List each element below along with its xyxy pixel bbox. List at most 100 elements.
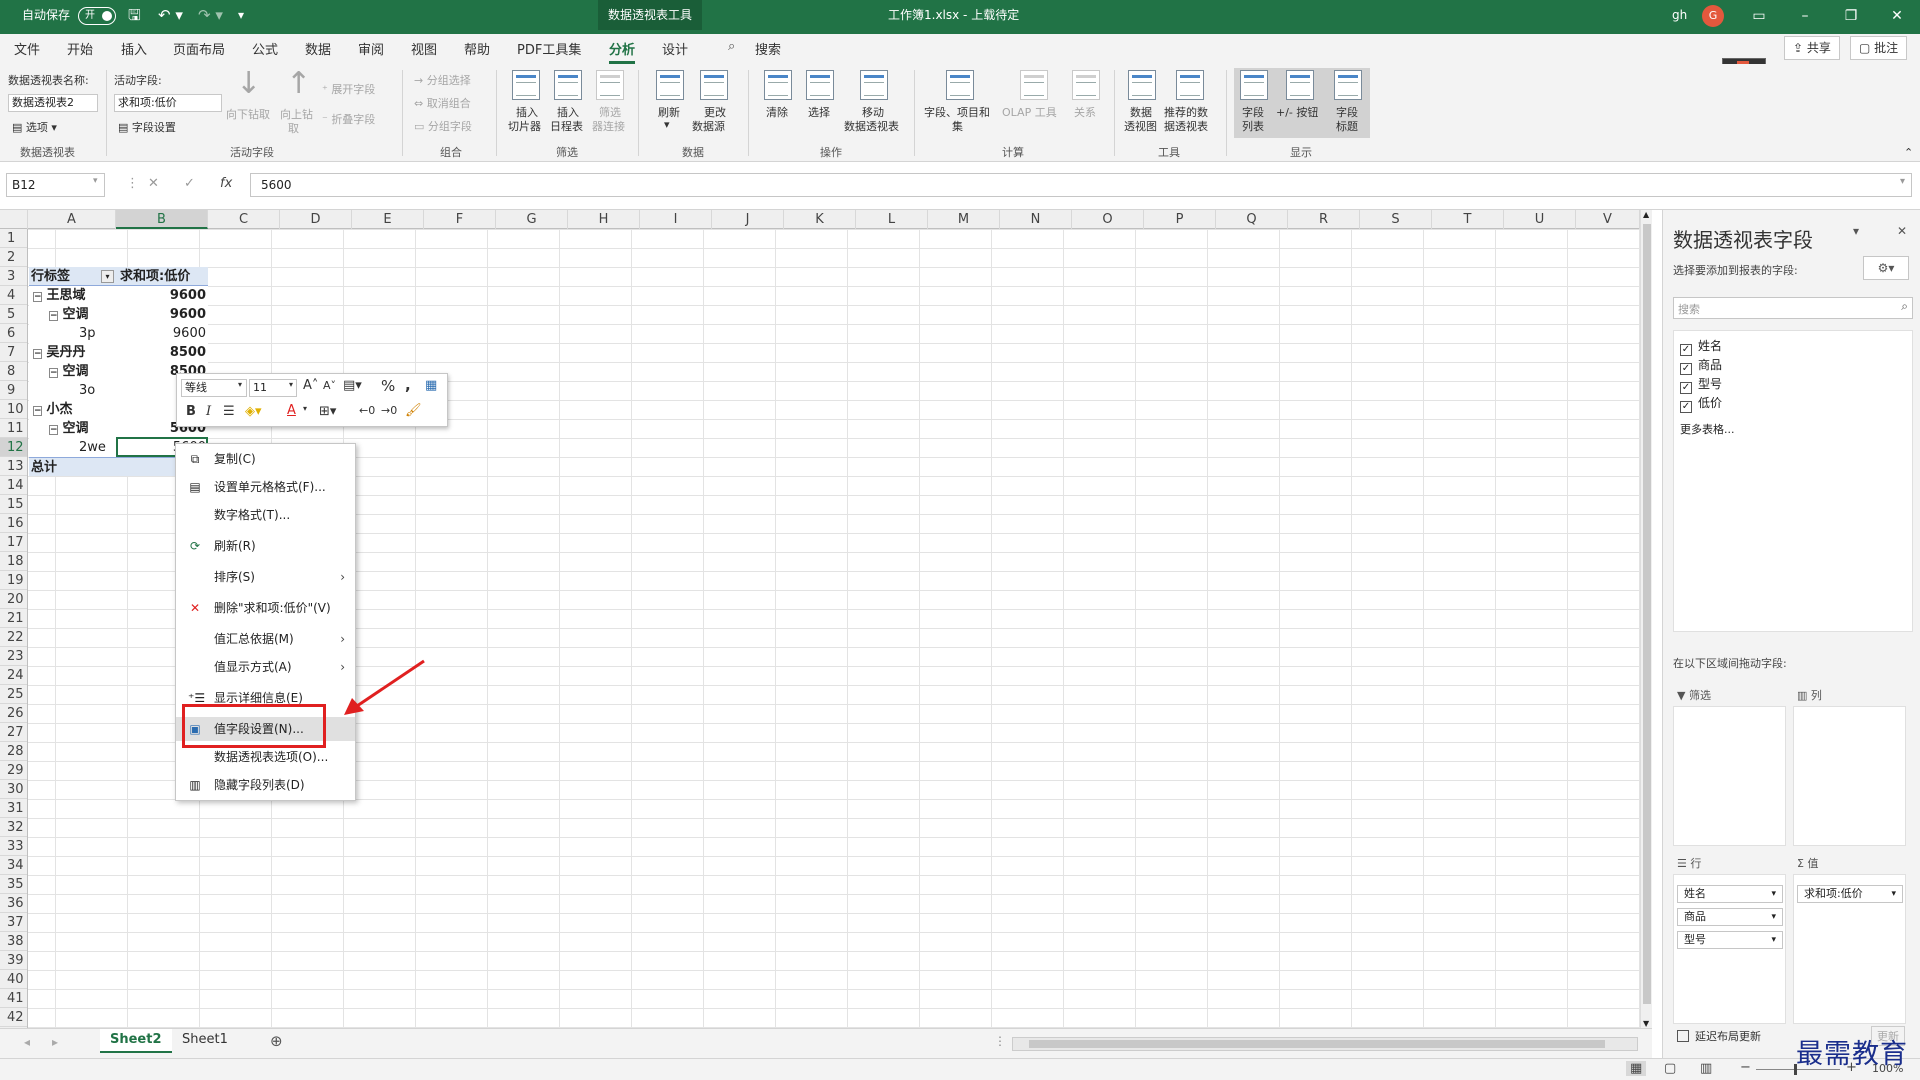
tab-scroll-right-icon[interactable]: ▸ (52, 1035, 58, 1049)
rows-drop-area[interactable]: 姓名 商品 型号 (1673, 874, 1786, 1024)
column-header[interactable]: J (712, 210, 784, 229)
ribbon-display-icon[interactable]: ▭ (1736, 0, 1782, 32)
row-header[interactable]: 38 (0, 932, 27, 951)
scroll-thumb[interactable] (1029, 1040, 1605, 1048)
row-header[interactable]: 13 (0, 457, 27, 476)
save-icon[interactable]: 🖫 (128, 0, 141, 30)
tab-view[interactable]: 视图 (411, 39, 437, 58)
close-icon[interactable]: ✕ (1874, 0, 1920, 32)
row-header[interactable]: 32 (0, 818, 27, 837)
row-header[interactable]: 9 (0, 381, 27, 400)
column-header[interactable]: V (1576, 210, 1640, 229)
more-tables-link[interactable]: 更多表格... (1680, 421, 1735, 437)
row-field-pill[interactable]: 商品 (1677, 908, 1783, 926)
row-header[interactable]: 11 (0, 419, 27, 438)
menu-item-refresh[interactable]: ⟳ 刷新(R) (176, 534, 355, 558)
borders-icon[interactable]: ⊞▾ (319, 404, 336, 419)
menu-item-copy[interactable]: ⧉ 复制(C) (176, 447, 355, 471)
autosave-toggle[interactable]: 开 (78, 7, 116, 25)
column-header[interactable]: A (28, 210, 116, 229)
row-header[interactable]: 14 (0, 476, 27, 495)
recommended-pivot-icon[interactable] (1176, 70, 1204, 100)
tab-pdf-tools[interactable]: PDF工具集 (517, 39, 581, 58)
olap-tools-icon[interactable] (1020, 70, 1048, 100)
scroll-down-icon[interactable]: ▼ (1643, 1019, 1649, 1028)
row-header[interactable]: 22 (0, 628, 27, 647)
pivot-row-label[interactable]: − 空调 (29, 305, 116, 324)
name-box-dropdown-icon[interactable]: ▾ (93, 176, 98, 186)
insert-function-icon[interactable]: fx (220, 176, 232, 191)
column-header[interactable]: Q (1216, 210, 1288, 229)
field-list-icon[interactable] (1240, 70, 1268, 100)
column-header[interactable]: B (116, 210, 208, 229)
row-header[interactable]: 27 (0, 723, 27, 742)
vertical-scrollbar[interactable]: ▲ ▼ (1640, 210, 1652, 1028)
value-field-pill[interactable]: 求和项:低价 (1797, 885, 1903, 903)
collapse-icon[interactable]: − (49, 425, 58, 435)
row-header[interactable]: 8 (0, 362, 27, 381)
add-sheet-icon[interactable]: ⊕ (270, 1032, 283, 1050)
plus-minus-buttons-icon[interactable] (1286, 70, 1314, 100)
align-center-icon[interactable]: ☰ (223, 404, 235, 419)
column-header[interactable]: C (208, 210, 280, 229)
tab-scroll-left-icon[interactable]: ◂ (24, 1035, 30, 1049)
row-header[interactable]: 28 (0, 742, 27, 761)
menu-item-show-values-as[interactable]: 值显示方式(A) › (176, 655, 355, 679)
group-selection-button[interactable]: → 分组选择 (414, 72, 471, 88)
page-break-view-icon[interactable]: ▥ (1700, 1061, 1712, 1076)
collapse-icon[interactable]: − (33, 292, 42, 302)
column-header[interactable]: U (1504, 210, 1576, 229)
formula-input[interactable]: 5600 (250, 173, 1912, 197)
row-header[interactable]: 37 (0, 913, 27, 932)
cancel-icon[interactable]: ✕ (148, 176, 159, 191)
bold-button[interactable]: B (186, 404, 196, 419)
pivot-row-label[interactable]: − 吴丹丹 (29, 343, 116, 362)
row-header[interactable]: 10 (0, 400, 27, 419)
column-header[interactable]: H (568, 210, 640, 229)
comments-button[interactable]: ▢ 批注 (1850, 36, 1908, 60)
row-header[interactable]: 1 (0, 229, 27, 248)
horizontal-scrollbar[interactable] (1012, 1037, 1638, 1051)
ungroup-button[interactable]: ⇔ 取消组合 (414, 95, 471, 111)
increase-font-icon[interactable]: A˄ (303, 378, 318, 393)
row-header[interactable]: 2 (0, 248, 27, 267)
collapse-field-button[interactable]: ⁻ 折叠字段 (322, 111, 375, 127)
row-header[interactable]: 41 (0, 989, 27, 1008)
sheet-tab-sheet1[interactable]: Sheet1 (172, 1029, 238, 1053)
column-header[interactable]: L (856, 210, 928, 229)
collapse-icon[interactable]: − (49, 368, 58, 378)
customize-qat-icon[interactable]: ▾ (238, 0, 244, 30)
column-header[interactable]: F (424, 210, 496, 229)
row-header[interactable]: 23 (0, 647, 27, 666)
minimize-icon[interactable]: – (1782, 0, 1828, 32)
pivot-row-label[interactable]: − 空调 (29, 362, 116, 381)
row-field-pill[interactable]: 姓名 (1677, 885, 1783, 903)
pivot-row-labels-header[interactable]: 行标签 ▾ (29, 267, 116, 286)
row-header[interactable]: 39 (0, 951, 27, 970)
pane-options-icon[interactable]: ▾ (1853, 224, 1859, 238)
font-name-dropdown-icon[interactable]: ▾ (238, 380, 242, 389)
column-header[interactable]: M (928, 210, 1000, 229)
pivot-value-cell[interactable]: 9600 (116, 324, 208, 343)
increase-decimal-icon[interactable]: ←0 (359, 404, 375, 417)
font-color-icon[interactable]: A (287, 403, 296, 418)
font-size-dropdown-icon[interactable]: ▾ (289, 380, 293, 389)
field-search-input[interactable]: 搜索 ⌕ (1673, 297, 1913, 319)
active-field-input[interactable]: 求和项:低价 (114, 94, 222, 112)
fill-color-icon[interactable]: ◈▾ (245, 404, 262, 419)
tab-design[interactable]: 设计 (662, 39, 688, 58)
group-field-button[interactable]: ▭ 分组字段 (414, 118, 472, 134)
enter-icon[interactable]: ✓ (184, 176, 195, 191)
page-layout-view-icon[interactable]: ▢ (1664, 1061, 1676, 1076)
filter-connections-icon[interactable] (596, 70, 624, 100)
pivot-row-label[interactable]: − 小杰 (29, 400, 116, 419)
move-pivot-icon[interactable] (860, 70, 888, 100)
insert-timeline-icon[interactable] (554, 70, 582, 100)
normal-view-icon[interactable]: ▦ (1626, 1061, 1647, 1076)
pivot-row-label[interactable]: − 空调 (29, 419, 116, 438)
column-header[interactable]: I (640, 210, 712, 229)
pivot-value-cell[interactable]: 9600 (116, 286, 208, 305)
refresh-dropdown-icon[interactable]: ▾ (664, 118, 670, 131)
collapse-icon[interactable]: − (33, 349, 42, 359)
row-header[interactable]: 6 (0, 324, 27, 343)
